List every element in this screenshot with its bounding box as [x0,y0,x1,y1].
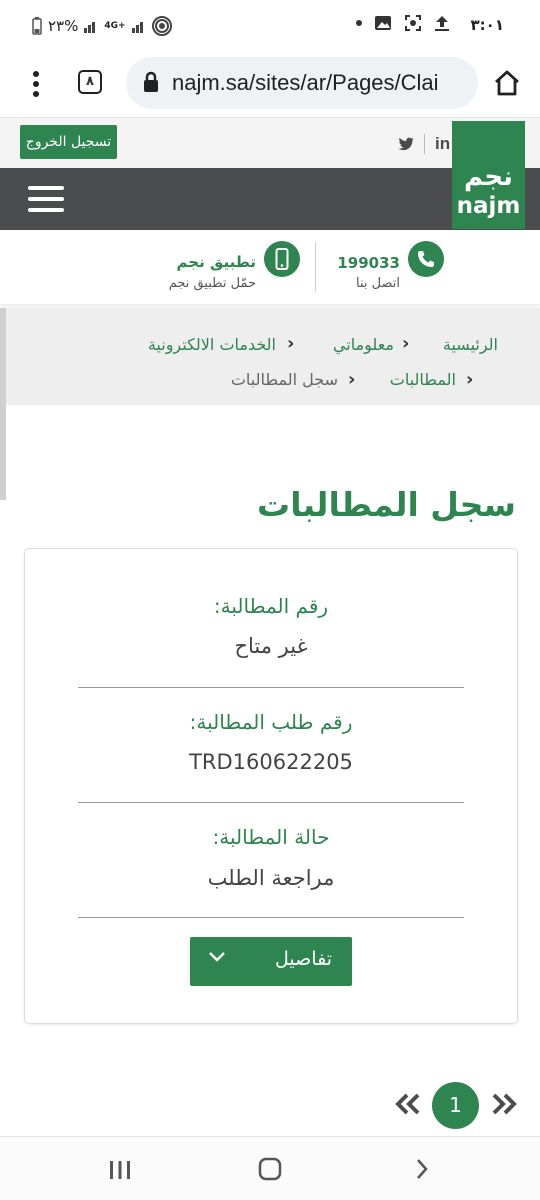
contact-us-label[interactable]: اتصل بنا [356,276,400,291]
najm-logo[interactable]: نجم najm [452,121,525,229]
hotspot-icon [151,16,172,36]
signal-icon-2 [131,22,143,33]
breadcrumb-e-services[interactable]: الخدمات الالكترونية [148,335,276,354]
page-title: سجل المطالبات [257,485,516,524]
breadcrumb-separator: › [348,369,356,390]
breadcrumb-my-info[interactable]: معلوماتي [333,335,394,354]
details-button-label: تفاصيل [275,948,332,970]
home-icon[interactable] [492,68,522,98]
social-divider [424,134,425,154]
claim-status-value: مراجعة الطلب [207,866,335,890]
status-bar: ٢٣% 4G+ ٣:٠١ [0,0,540,52]
request-number-value: TRD160622205 [189,750,353,774]
breadcrumb-claims[interactable]: المطالبات [390,370,456,389]
breadcrumb [6,308,540,405]
social-links: in [398,134,450,154]
claim-number-value: غير متاح [234,634,308,658]
last-page-icon[interactable] [490,1092,518,1116]
request-number-label: رقم طلب المطالبة: [189,710,353,734]
logo-arabic: نجم [464,162,513,192]
claim-status-label: حالة المطالبة: [212,825,330,849]
recent-apps-icon[interactable] [108,1159,132,1181]
screenshot-icon [405,15,421,31]
twitter-icon[interactable] [398,137,414,151]
page-number-current[interactable]: 1 [432,1082,479,1129]
breadcrumb-current: سجل المطالبات [230,370,338,389]
url-text: najm.sa/sites/ar/Pages/Clai [172,70,439,95]
hamburger-menu-icon[interactable] [28,186,64,214]
menu-dots-icon[interactable] [28,70,44,98]
phone-icon[interactable] [408,241,444,277]
breadcrumb-separator: › [402,333,410,354]
browser-toolbar: ٨ najm.sa/sites/ar/Pages/Clai [0,52,540,118]
status-time: ٣:٠١ [470,16,504,34]
linkedin-icon[interactable]: in [435,134,450,154]
back-icon[interactable] [414,1157,430,1181]
card-divider [78,687,464,688]
breadcrumb-separator: › [287,333,295,354]
network-type: 4G+ [104,21,126,31]
breadcrumb-separator: › [466,369,474,390]
najm-app-title[interactable]: تطبيق نجم [177,253,256,271]
battery-level: ٢٣% [48,17,79,35]
download-app-label[interactable]: حمّل تطبيق نجم [169,276,256,291]
upload-icon [435,16,449,31]
system-nav-bar [0,1136,540,1200]
card-divider [78,802,464,803]
logo-english: najm [456,193,521,219]
claim-number-label: رقم المطالبة: [213,594,329,618]
tab-count-button[interactable]: ٨ [78,70,102,94]
lock-icon [144,71,158,92]
breadcrumb-home[interactable]: الرئيسية [443,335,498,354]
status-notifications [356,14,450,32]
signal-icon [84,22,96,33]
details-button[interactable]: تفاصيل [190,937,352,986]
status-left: ٢٣% 4G+ [32,16,172,36]
dot-icon [356,20,362,26]
chevron-down-icon [209,952,225,962]
logout-button[interactable]: تسجيل الخروج [20,125,117,159]
battery-icon [32,17,42,35]
image-icon [375,16,391,30]
phone-number[interactable]: 199033 [337,254,400,272]
mobile-app-icon[interactable] [264,241,300,277]
home-button-icon[interactable] [258,1157,282,1181]
first-page-icon[interactable] [394,1092,422,1116]
address-bar[interactable]: najm.sa/sites/ar/Pages/Clai [126,57,478,109]
card-divider [78,917,464,918]
contact-divider [315,242,316,292]
